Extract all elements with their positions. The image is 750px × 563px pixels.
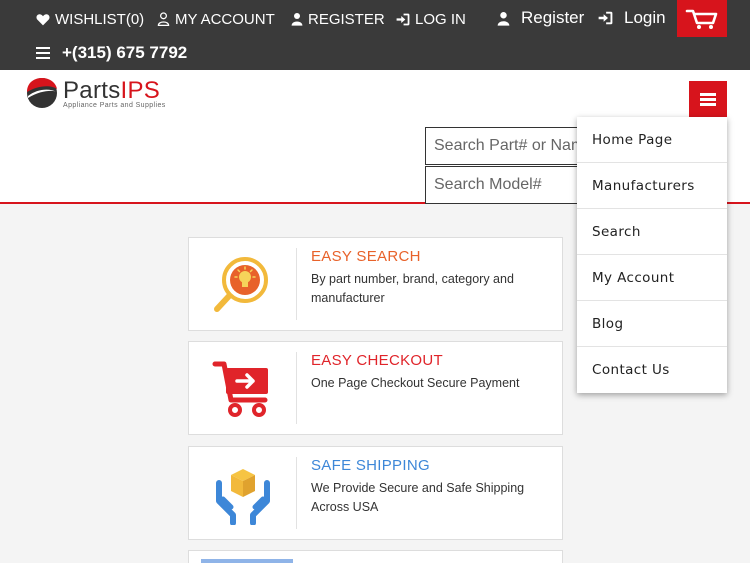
magnifier-lightbulb-icon <box>213 257 268 312</box>
top-bar: WISHLIST(0) MY ACCOUNT REGISTER LOG IN R… <box>0 0 750 70</box>
sign-in-icon <box>598 11 613 25</box>
user-icon <box>291 13 303 26</box>
menu-bars-icon[interactable] <box>36 47 50 59</box>
cart-arrow-icon <box>212 361 268 417</box>
menu-item-home[interactable]: Home Page <box>577 117 727 163</box>
feature-description: One Page Checkout Secure Payment <box>311 376 520 390</box>
logo-name-part1: Parts <box>63 76 121 104</box>
feature-title: EASY SEARCH <box>311 248 421 265</box>
cart-button[interactable] <box>677 0 727 37</box>
my-account-link[interactable]: MY ACCOUNT <box>157 10 275 28</box>
menu-item-manufacturers[interactable]: Manufacturers <box>577 163 727 209</box>
wishlist-link[interactable]: WISHLIST(0) <box>36 10 144 28</box>
register-link[interactable]: REGISTER <box>291 10 385 28</box>
register-link-secondary[interactable]: Register <box>497 8 585 27</box>
login-link[interactable]: LOG IN <box>396 10 466 28</box>
heart-icon <box>36 13 50 25</box>
main-menu-dropdown: Home Page Manufacturers Search My Accoun… <box>577 117 727 393</box>
feature-title: EASY CHECKOUT <box>311 352 443 369</box>
login-label: LOG IN <box>415 10 466 28</box>
wishlist-label: WISHLIST(0) <box>55 10 145 28</box>
logo-tagline: Appliance Parts and Supplies <box>63 101 166 109</box>
register-label-secondary: Register <box>521 8 585 27</box>
hamburger-icon <box>700 93 716 106</box>
feature-title: SAFE SHIPPING <box>311 457 430 474</box>
user-outline-icon <box>157 12 170 26</box>
phone-row: +(315) 675 7792 <box>36 43 187 63</box>
logo-sphere-icon <box>27 78 57 108</box>
phone-number[interactable]: +(315) 675 7792 <box>62 43 187 63</box>
feature-description: By part number, brand, category and manu… <box>311 272 514 305</box>
user-icon <box>497 11 510 26</box>
menu-item-contact[interactable]: Contact Us <box>577 347 727 393</box>
feature-description: We Provide Secure and Safe Shipping Acro… <box>311 481 525 514</box>
register-label: REGISTER <box>308 10 385 28</box>
login-label-secondary: Login <box>624 8 666 27</box>
cart-icon <box>685 9 718 29</box>
card-accent-bar <box>201 559 293 563</box>
logo-name-part2: IPS <box>120 76 161 104</box>
site-logo[interactable]: PartsIPS Appliance Parts and Supplies <box>25 76 166 110</box>
menu-item-my-account[interactable]: My Account <box>577 255 727 301</box>
menu-item-blog[interactable]: Blog <box>577 301 727 347</box>
feature-card-checkout: EASY CHECKOUT One Page Checkout Secure P… <box>188 341 563 435</box>
feature-card-partial <box>188 550 563 563</box>
main-menu-button[interactable] <box>689 81 727 118</box>
feature-card-shipping: SAFE SHIPPING We Provide Secure and Safe… <box>188 446 563 540</box>
login-link-secondary[interactable]: Login <box>598 8 666 27</box>
feature-card-search: EASY SEARCH By part number, brand, categ… <box>188 237 563 331</box>
sign-in-icon <box>396 13 410 25</box>
menu-item-search[interactable]: Search <box>577 209 727 255</box>
my-account-label: MY ACCOUNT <box>175 10 275 28</box>
hands-box-icon <box>215 469 270 525</box>
